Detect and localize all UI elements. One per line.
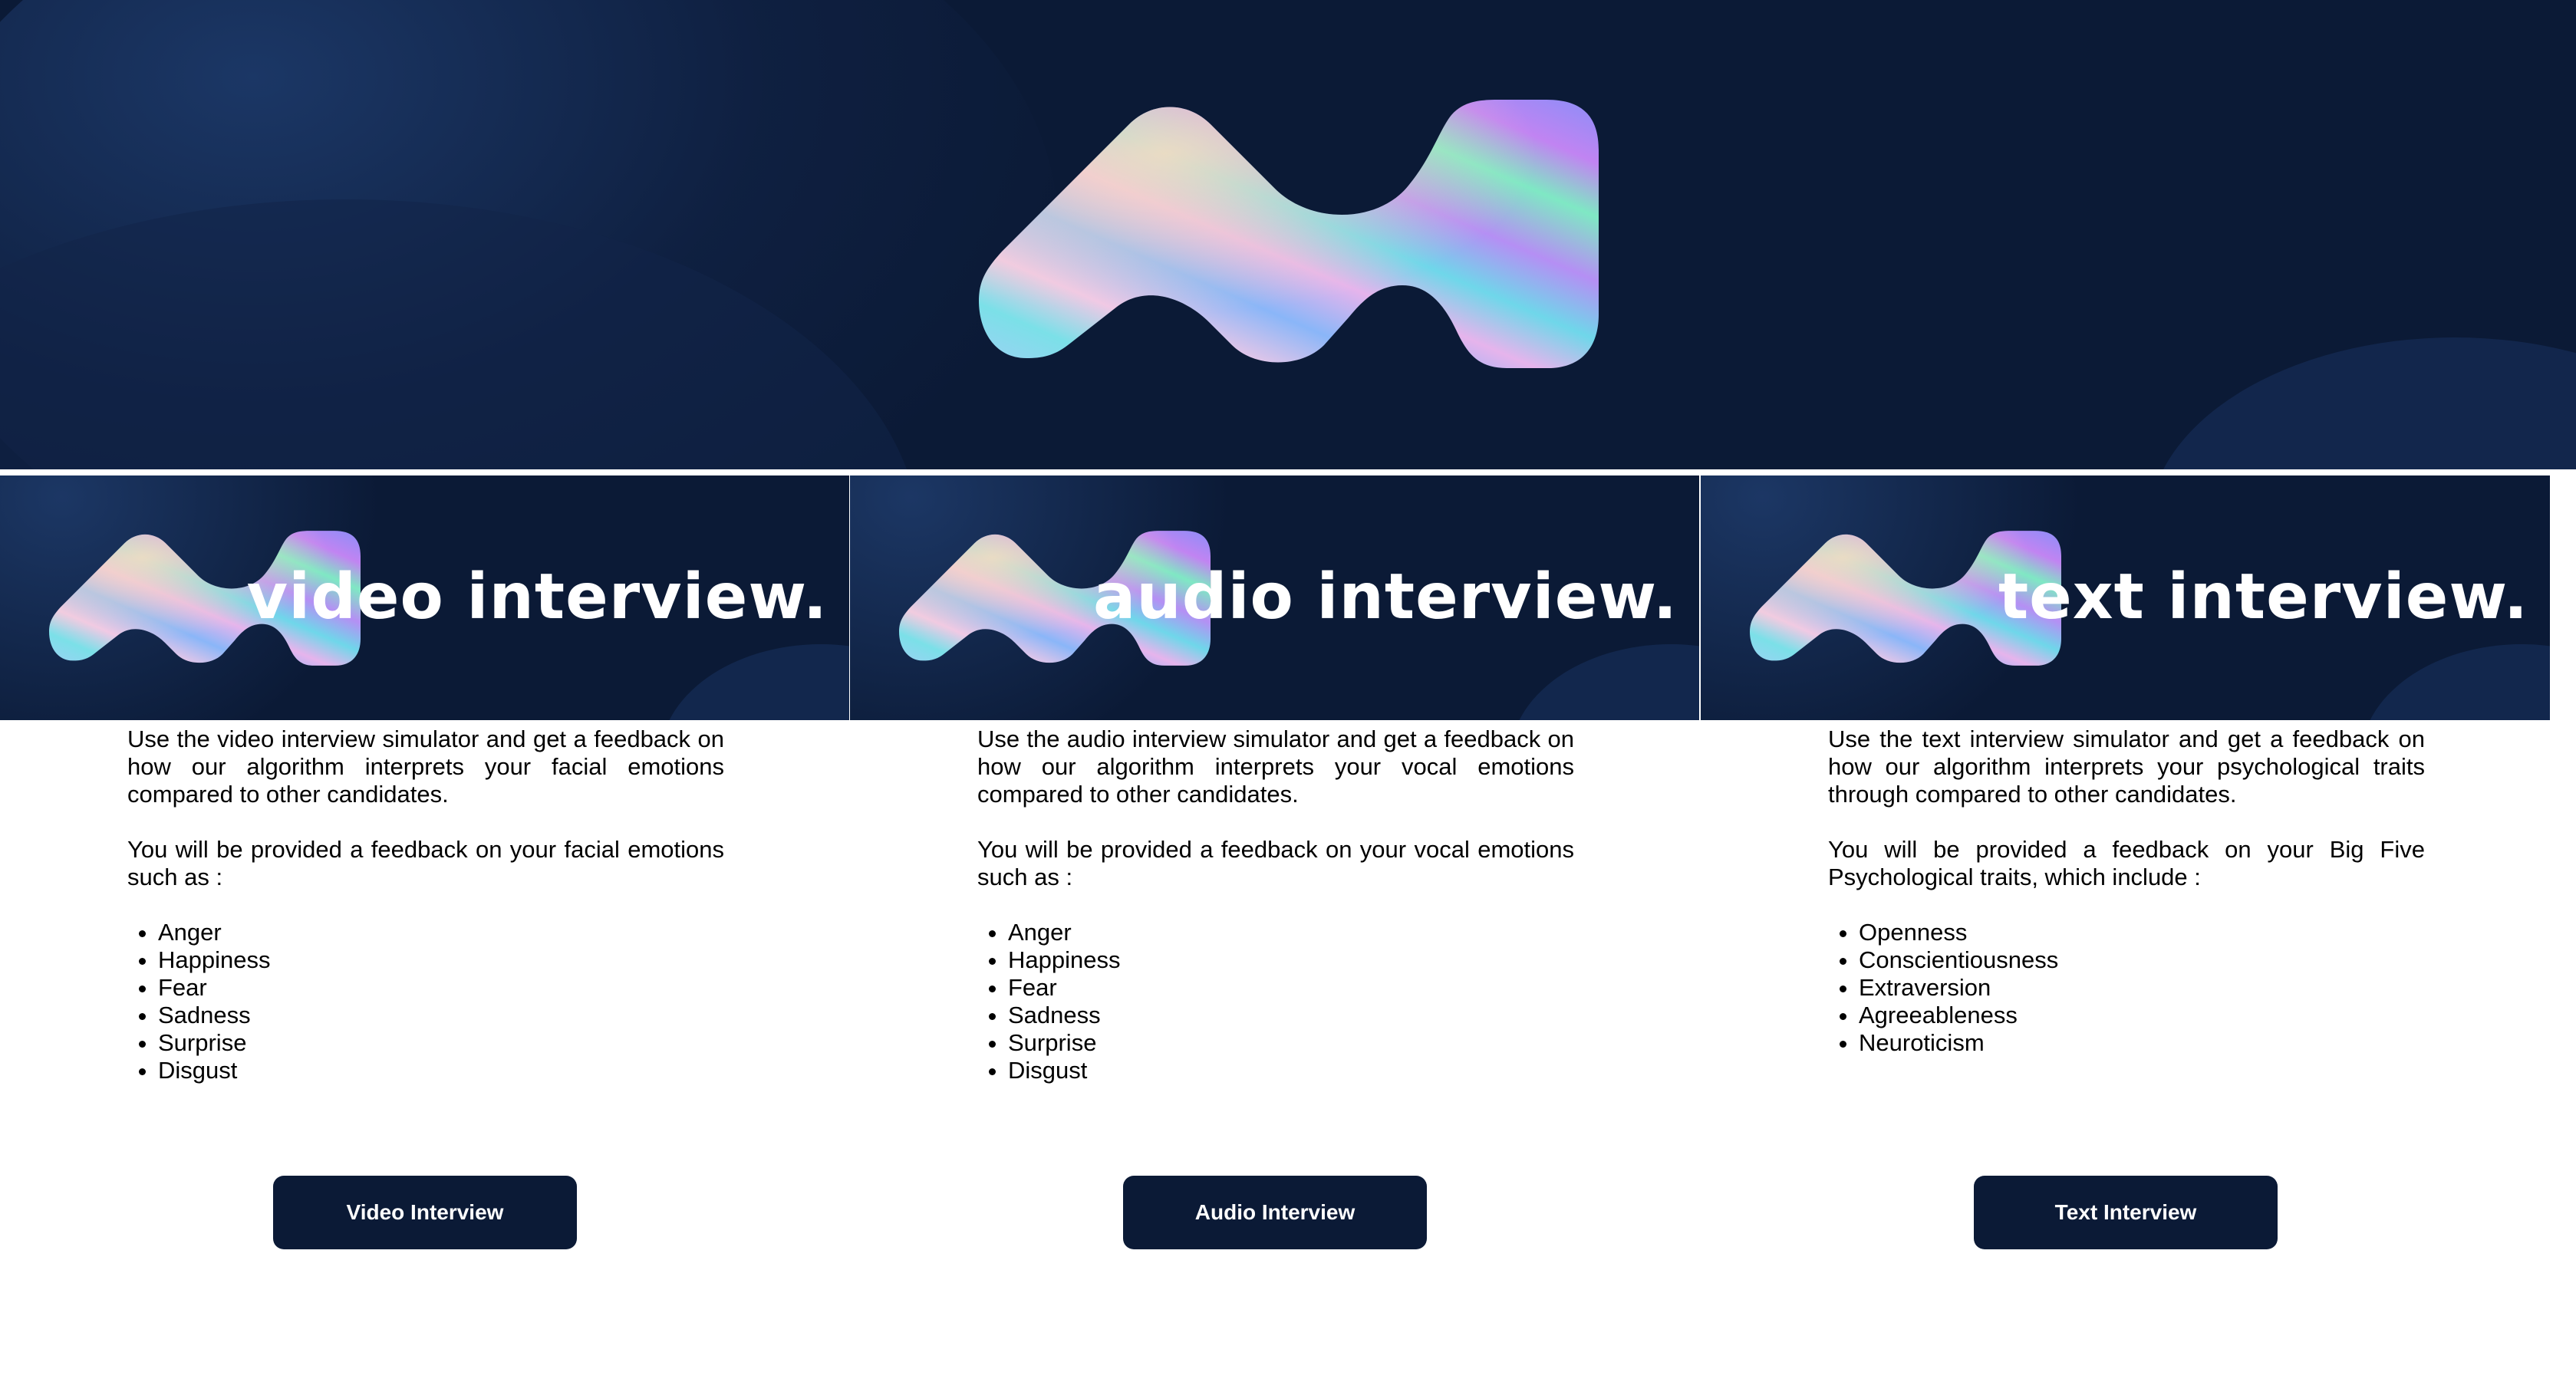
audio-interview-description: Use the audio interview simulator and ge… xyxy=(977,726,1574,1084)
list-item: Anger xyxy=(158,919,724,946)
video-interview-button[interactable]: Video Interview xyxy=(273,1176,577,1249)
hero-background-shape xyxy=(2148,337,2576,469)
emotion-list: Anger Happiness Fear Sadness Surprise Di… xyxy=(127,919,724,1084)
audio-interview-banner: audio interview. xyxy=(850,475,1699,720)
list-item: Surprise xyxy=(158,1029,724,1057)
banner-background-shape xyxy=(1510,644,1699,720)
feedback-intro-text: You will be provided a feedback on your … xyxy=(977,836,1574,890)
list-item: Extraversion xyxy=(1859,974,2425,1002)
hero-divider xyxy=(0,469,2576,475)
list-item: Happiness xyxy=(1008,946,1574,974)
banner-background-shape xyxy=(660,644,849,720)
holographic-wave-logo-icon xyxy=(979,100,1599,368)
text-interview-button[interactable]: Text Interview xyxy=(1974,1176,2278,1249)
banner-background-shape xyxy=(2360,644,2550,720)
list-item: Neuroticism xyxy=(1859,1029,2425,1057)
feedback-intro-text: You will be provided a feedback on your … xyxy=(127,836,724,890)
audio-interview-card: audio interview. Use the audio interview… xyxy=(850,475,1699,1382)
hero-banner xyxy=(0,0,2576,469)
emotion-list: Anger Happiness Fear Sadness Surprise Di… xyxy=(977,919,1574,1084)
list-item: Agreeableness xyxy=(1859,1002,2425,1029)
description-text: Use the video interview simulator and ge… xyxy=(127,726,724,808)
feedback-intro-text: You will be provided a feedback on your … xyxy=(1828,836,2425,890)
text-interview-card: text interview. Use the text interview s… xyxy=(1701,475,2550,1382)
trait-list: Openness Conscientiousness Extraversion … xyxy=(1828,919,2425,1057)
video-interview-description: Use the video interview simulator and ge… xyxy=(127,726,724,1084)
banner-title: text interview. xyxy=(1998,561,2528,633)
list-item: Fear xyxy=(158,974,724,1002)
audio-interview-button[interactable]: Audio Interview xyxy=(1123,1176,1427,1249)
list-item: Fear xyxy=(1008,974,1574,1002)
description-text: Use the audio interview simulator and ge… xyxy=(977,726,1574,808)
banner-title: audio interview. xyxy=(1093,561,1678,633)
list-item: Sadness xyxy=(158,1002,724,1029)
list-item: Disgust xyxy=(1008,1057,1574,1084)
list-item: Sadness xyxy=(1008,1002,1574,1029)
list-item: Conscientiousness xyxy=(1859,946,2425,974)
list-item: Anger xyxy=(1008,919,1574,946)
description-text: Use the text interview simulator and get… xyxy=(1828,726,2425,808)
video-interview-banner: video interview. xyxy=(0,475,849,720)
list-item: Disgust xyxy=(158,1057,724,1084)
video-interview-card: video interview. Use the video interview… xyxy=(0,475,849,1382)
list-item: Happiness xyxy=(158,946,724,974)
text-interview-banner: text interview. xyxy=(1701,475,2550,720)
banner-title: video interview. xyxy=(246,561,828,633)
list-item: Surprise xyxy=(1008,1029,1574,1057)
text-interview-description: Use the text interview simulator and get… xyxy=(1828,726,2425,1057)
list-item: Openness xyxy=(1859,919,2425,946)
